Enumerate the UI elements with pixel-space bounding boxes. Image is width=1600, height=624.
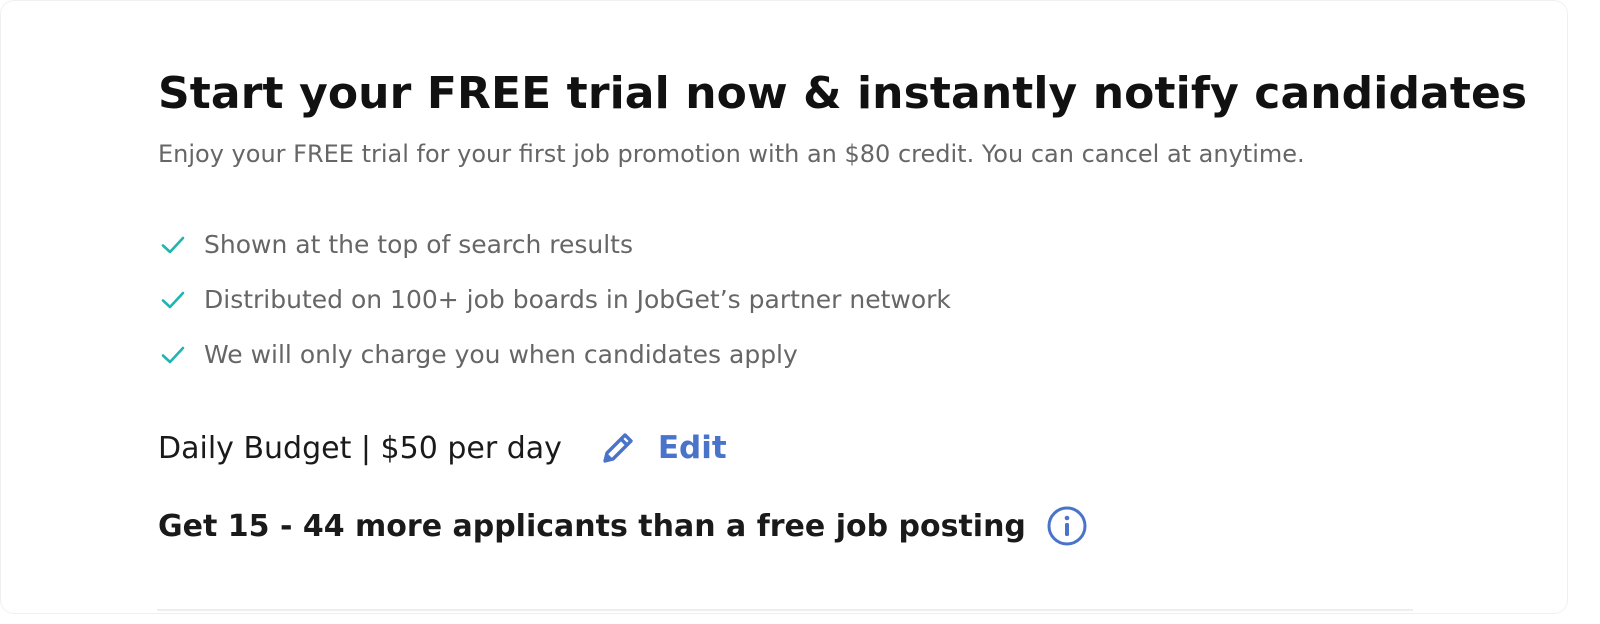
daily-budget-row: Daily Budget | $50 per day Edit [158, 418, 1418, 478]
feature-item: Shown at the top of search results [158, 217, 1418, 272]
promotion-card: Start your FREE trial now & instantly no… [0, 0, 1568, 614]
feature-label: Shown at the top of search results [204, 230, 633, 259]
promotion-title: Start your FREE trial now & instantly no… [158, 68, 1528, 119]
edit-label: Edit [657, 430, 727, 466]
feature-list: Shown at the top of search results Distr… [158, 217, 1418, 382]
promotion-content: Start your FREE trial now & instantly no… [158, 61, 1528, 556]
check-icon [158, 285, 188, 315]
applicants-estimate-text: Get 15 - 44 more applicants than a free … [158, 508, 1026, 544]
pencil-icon [598, 428, 638, 468]
applicants-estimate-row: Get 15 - 44 more applicants than a free … [158, 496, 1418, 556]
edit-budget-button[interactable]: Edit [598, 428, 727, 468]
check-icon [158, 340, 188, 370]
info-icon[interactable] [1046, 505, 1088, 547]
promotion-subtitle: Enjoy your FREE trial for your first job… [158, 140, 1305, 168]
feature-item: We will only charge you when candidates … [158, 327, 1418, 382]
daily-budget-text: Daily Budget | $50 per day [158, 430, 562, 466]
section-divider [157, 609, 1413, 611]
feature-label: Distributed on 100+ job boards in JobGet… [204, 285, 951, 314]
feature-label: We will only charge you when candidates … [204, 340, 798, 369]
feature-item: Distributed on 100+ job boards in JobGet… [158, 272, 1418, 327]
check-icon [158, 230, 188, 260]
